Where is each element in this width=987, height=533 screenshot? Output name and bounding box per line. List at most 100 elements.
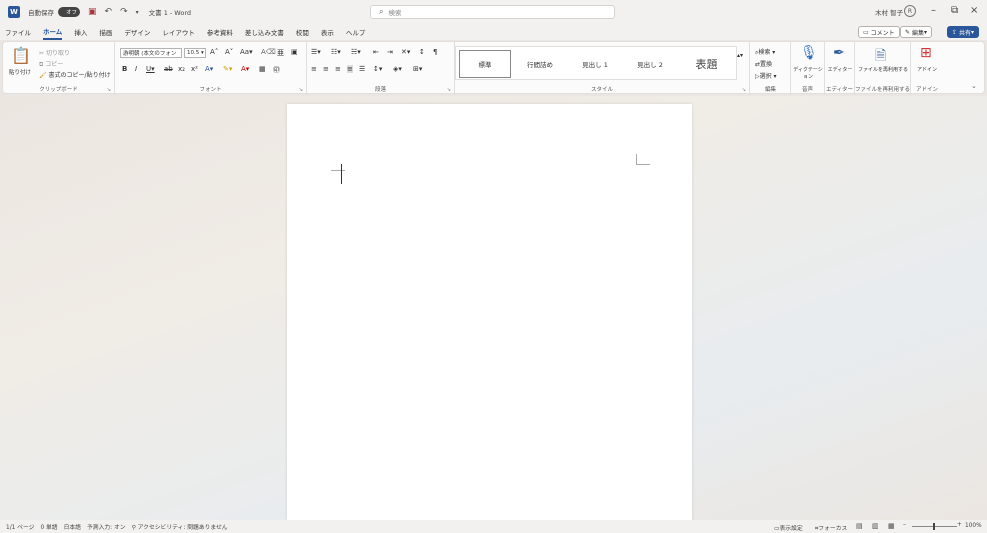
editing-group: ⌕検索 ▾ ⇄置換 ▷選択 ▾ 編集 (751, 42, 791, 95)
read-mode-icon[interactable]: ▤ (856, 522, 863, 530)
subscript-icon[interactable]: x₂ (178, 65, 185, 73)
zoom-out-icon[interactable]: – (903, 522, 906, 528)
tab-design[interactable]: デザイン (124, 25, 150, 39)
close-icon[interactable]: × (970, 5, 978, 16)
user-name[interactable]: 木村 智子 (875, 7, 903, 17)
autosave-toggle[interactable]: オフ (58, 7, 80, 17)
phonetic-guide-icon[interactable]: 亜 (277, 48, 284, 58)
bullets-icon[interactable]: ☰▾ (311, 48, 321, 56)
show-formatting-icon[interactable]: ¶ (433, 48, 437, 56)
tab-view[interactable]: 表示 (321, 25, 334, 39)
character-shading-icon[interactable]: ▦ (259, 65, 266, 73)
editing-mode-button[interactable]: ✎ 編集 ▾ (900, 26, 933, 38)
styles-group: スタイル ↘ (455, 42, 750, 95)
styles-launcher-icon[interactable]: ↘ (742, 87, 746, 93)
shrink-font-icon[interactable]: A˅ (225, 48, 233, 56)
tab-mailings[interactable]: 差し込み文書 (245, 25, 284, 39)
superscript-icon[interactable]: x² (191, 65, 198, 73)
font-launcher-icon[interactable]: ↘ (299, 87, 303, 93)
sort-icon[interactable]: ↕ (419, 48, 425, 56)
print-layout-icon[interactable]: ▥ (872, 522, 879, 530)
tab-layout[interactable]: レイアウト (162, 25, 195, 39)
cut-button[interactable]: ✂ 切り取り (39, 48, 70, 57)
format-painter-button[interactable]: 🖌 書式のコピー/貼り付け (39, 70, 111, 79)
word-count[interactable]: 0 単語 (40, 522, 57, 531)
autosave-label: 自動保存 (28, 9, 54, 17)
page-count[interactable]: 1/1 ページ (6, 522, 34, 531)
change-case-icon[interactable]: Aa▾ (240, 48, 253, 56)
align-right-icon[interactable]: ≡ (335, 65, 341, 73)
undo-icon[interactable]: ↶ (105, 7, 113, 17)
zoom-slider-thumb[interactable] (933, 523, 935, 530)
zoom-level[interactable]: 100% (965, 523, 982, 529)
underline-icon[interactable]: U▾ (146, 65, 155, 73)
zoom-in-icon[interactable]: + (957, 522, 962, 528)
decrease-indent-icon[interactable]: ⇤ (373, 48, 379, 56)
distributed-icon[interactable]: ☰ (359, 65, 365, 73)
paste-button[interactable]: 貼り付け (9, 68, 31, 76)
restore-icon[interactable]: ⧉ (951, 5, 958, 16)
web-layout-icon[interactable]: ▦ (888, 522, 895, 530)
tab-home[interactable]: ホーム (43, 24, 63, 40)
borders-icon[interactable]: ⊞▾ (413, 65, 422, 73)
find-button[interactable]: ⌕検索 ▾ (755, 47, 775, 57)
save-icon[interactable]: ▣ (88, 7, 97, 17)
document-canvas[interactable] (0, 96, 987, 520)
avatar[interactable]: R (904, 5, 916, 17)
clipboard-launcher-icon[interactable]: ↘ (107, 87, 111, 93)
document-page[interactable] (287, 104, 692, 520)
addins-grid-icon[interactable]: ⊞ (920, 45, 932, 61)
predictive-input[interactable]: 予測入力: オン (87, 522, 126, 531)
editor-pen-icon[interactable]: ✒ (833, 45, 845, 61)
bold-icon[interactable]: B (122, 65, 127, 73)
display-settings-button[interactable]: ▭表示設定 (774, 523, 803, 532)
line-spacing-icon[interactable]: ↕▾ (373, 65, 382, 73)
numbering-icon[interactable]: ☷▾ (331, 48, 341, 56)
clear-formatting-icon[interactable]: A⌫ (261, 48, 276, 56)
font-size-select[interactable]: 10.5 ▾ (184, 48, 206, 58)
text-effects-icon[interactable]: A▾ (205, 65, 213, 73)
tab-help[interactable]: ヘルプ (346, 25, 366, 39)
enclose-characters-icon[interactable]: ▣ (291, 48, 298, 56)
increase-indent-icon[interactable]: ⇥ (387, 48, 393, 56)
tab-review[interactable]: 校閲 (296, 25, 309, 39)
font-color-icon[interactable]: A▾ (241, 65, 249, 73)
tab-draw[interactable]: 描画 (99, 25, 112, 39)
accessibility-checker[interactable]: ⚲ アクセシビリティ: 問題ありません (132, 522, 228, 531)
asian-layout-icon[interactable]: ✕▾ (401, 48, 410, 56)
paragraph-launcher-icon[interactable]: ↘ (447, 87, 451, 93)
align-center-icon[interactable]: ≡ (323, 65, 329, 73)
addins-button[interactable]: アドイン (911, 66, 943, 73)
italic-icon[interactable]: I (135, 65, 137, 73)
comment-button[interactable]: ▭ コメント (858, 26, 900, 38)
tab-references[interactable]: 参考資料 (207, 25, 233, 39)
select-button[interactable]: ▷選択 ▾ (755, 71, 777, 80)
copy-button[interactable]: ⧉ コピー (39, 59, 63, 69)
reuse-files-group: 🗎 ファイルを再利用する ファイルを再利用する (855, 42, 911, 95)
microphone-icon[interactable]: 🎙 (800, 45, 818, 61)
align-left-icon[interactable]: ≡ (311, 65, 317, 73)
paste-icon[interactable]: 📋 (11, 46, 31, 65)
focus-button[interactable]: ⌗フォーカス (815, 523, 847, 533)
editor-button[interactable]: エディター (825, 66, 855, 73)
character-border-icon[interactable]: ㊞ (273, 65, 280, 75)
tab-file[interactable]: ファイル (5, 25, 31, 39)
justify-icon[interactable]: ≡ (347, 65, 353, 73)
tab-insert[interactable]: 挿入 (74, 25, 87, 39)
font-name-select[interactable]: 游明朝 (本文のフォン (120, 48, 182, 58)
replace-button[interactable]: ⇄置換 (755, 59, 772, 68)
share-button[interactable]: ⇪ 共有 ▾ (947, 26, 980, 38)
language-indicator[interactable]: 日本語 (64, 522, 81, 531)
strikethrough-icon[interactable]: ab (164, 65, 173, 73)
search-box[interactable]: ⌕ 検索 (370, 5, 615, 19)
highlight-icon[interactable]: ✎▾ (223, 65, 232, 73)
grow-font-icon[interactable]: A˄ (210, 48, 218, 56)
redo-icon[interactable]: ↷ (120, 7, 128, 17)
reuse-files-button[interactable]: ファイルを再利用する (857, 66, 909, 73)
customize-quick-access-icon[interactable]: ▾ (136, 9, 139, 16)
collapse-ribbon-icon[interactable]: ⌄ (971, 82, 977, 90)
shading-icon[interactable]: ◈▾ (393, 65, 402, 73)
multilevel-list-icon[interactable]: ☵▾ (351, 48, 361, 56)
minimize-icon[interactable]: – (931, 5, 936, 16)
dictate-button[interactable]: ディクテーション (792, 66, 824, 80)
